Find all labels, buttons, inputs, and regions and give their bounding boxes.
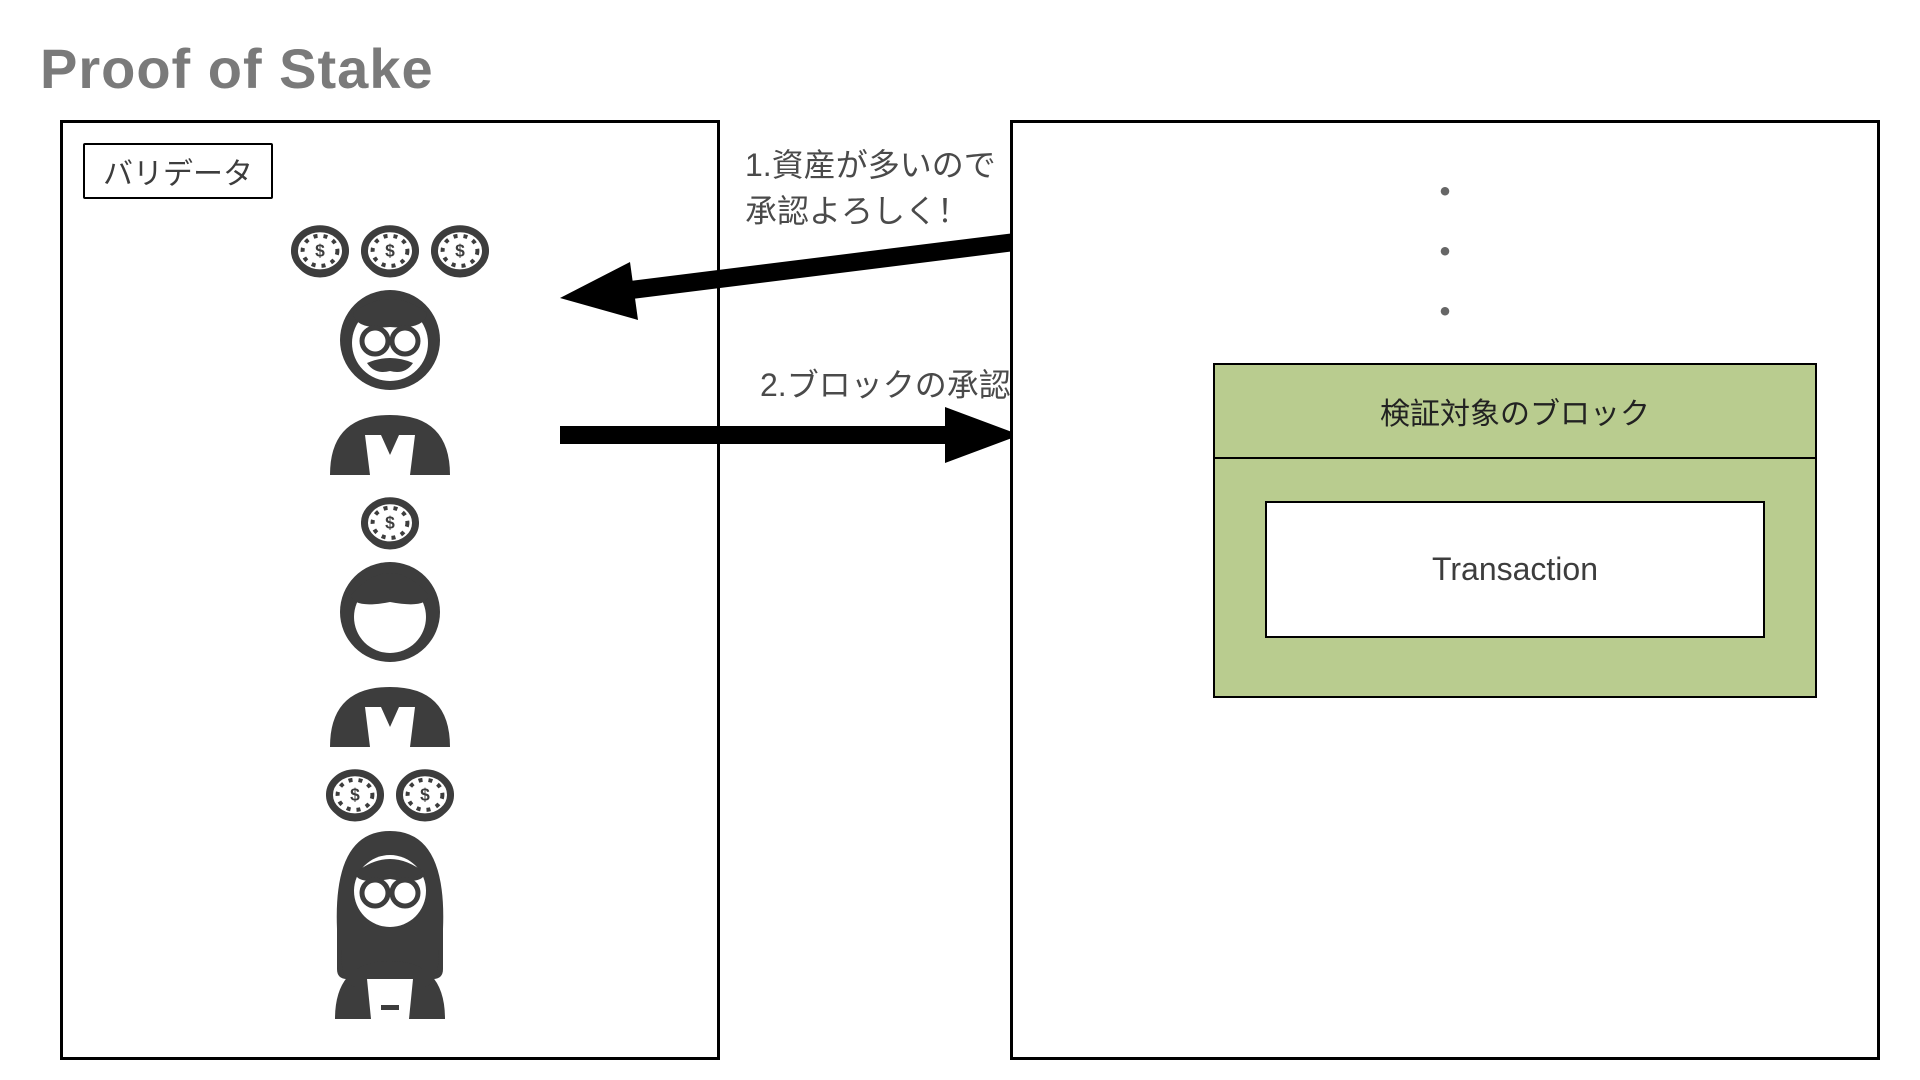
- block-to-verify: 検証対象のブロック Transaction: [1213, 363, 1817, 698]
- svg-text:$: $: [420, 785, 430, 805]
- blockchain-panel: ・・・ 検証対象のブロック Transaction: [1010, 120, 1880, 1060]
- text: 1.資産が多いので: [745, 147, 996, 183]
- arrow-right-icon: [560, 405, 1020, 465]
- arrow-request-label: 1.資産が多いので 承認よろしく！: [745, 142, 996, 235]
- validators-list: $ $ $: [63, 223, 717, 1019]
- person-man-icon: [305, 547, 475, 747]
- validators-label: バリデータ: [83, 143, 273, 199]
- svg-text:$: $: [315, 241, 325, 261]
- block-title: 検証対象のブロック: [1215, 365, 1815, 459]
- coin-icon: $: [431, 223, 489, 281]
- page-title: Proof of Stake: [40, 36, 434, 101]
- coin-icon: $: [361, 495, 419, 553]
- arrow-left-icon: [560, 230, 1020, 310]
- validator-item: $ $: [305, 767, 475, 1019]
- person-mustache-icon: [305, 275, 475, 475]
- person-woman-icon: [305, 819, 475, 1019]
- coin-icon: $: [361, 223, 419, 281]
- coin-icon: $: [396, 767, 454, 825]
- validator-item: $: [305, 495, 475, 747]
- svg-text:$: $: [350, 785, 360, 805]
- svg-text:$: $: [455, 241, 465, 261]
- ellipsis-icon: ・・・: [1013, 163, 1877, 343]
- coin-icon: $: [326, 767, 384, 825]
- text: 承認よろしく！: [745, 193, 969, 229]
- svg-text:$: $: [385, 241, 395, 261]
- svg-text:$: $: [385, 513, 395, 533]
- coin-icon: $: [291, 223, 349, 281]
- transaction-box: Transaction: [1265, 501, 1765, 638]
- validator-item: $ $ $: [291, 223, 489, 475]
- arrow-approve-label: 2.ブロックの承認: [760, 362, 1011, 408]
